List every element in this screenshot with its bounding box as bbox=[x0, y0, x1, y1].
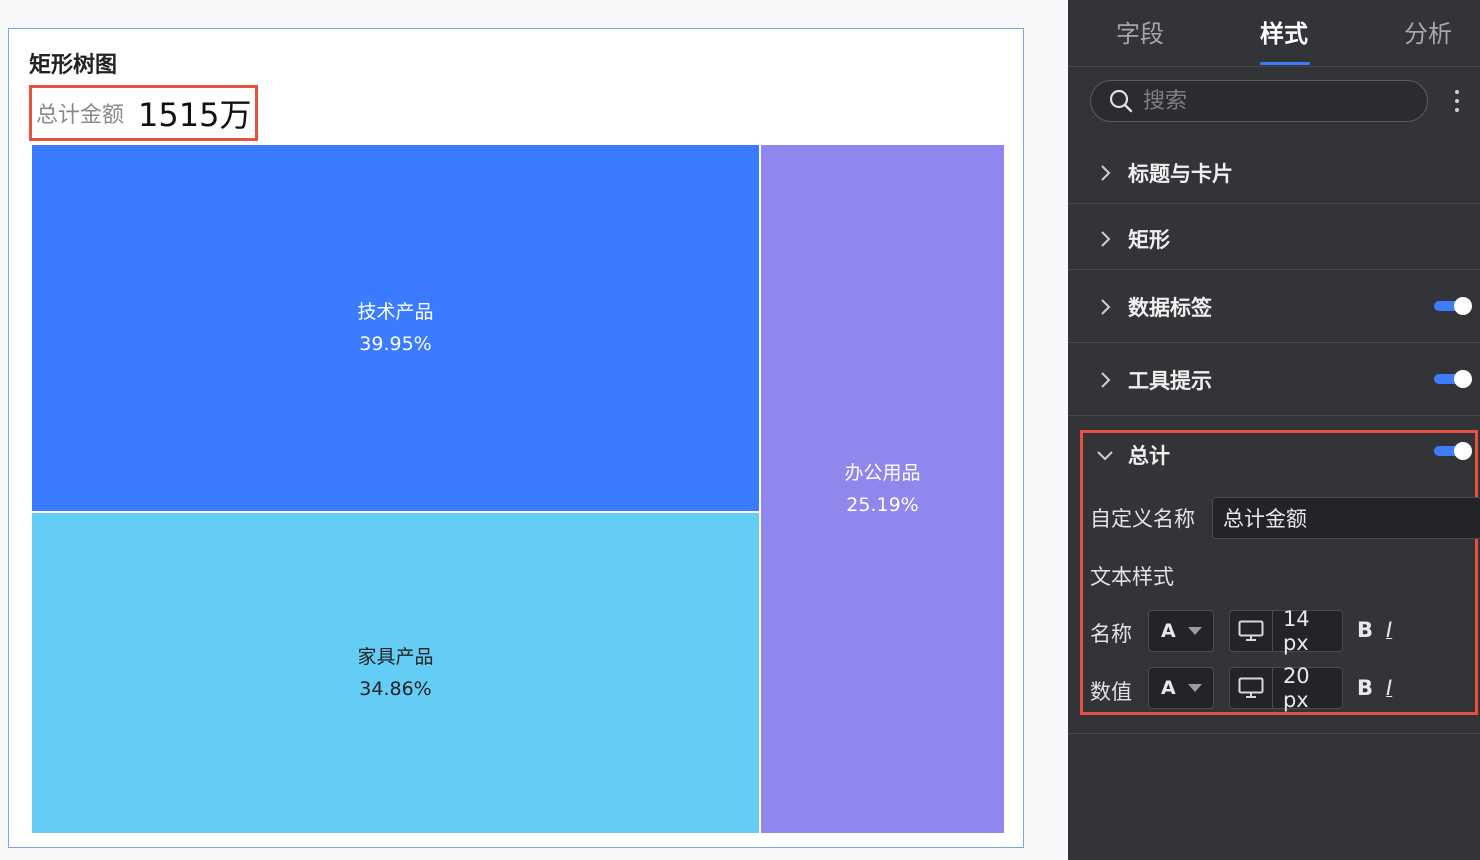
treemap-cell-percent: 34.86% bbox=[359, 678, 432, 700]
total-summary: 总计金额 1515万 bbox=[29, 85, 259, 141]
treemap-cell-label: 家具产品 bbox=[357, 646, 434, 668]
name-bold-button[interactable]: B bbox=[1357, 618, 1373, 642]
monitor-icon-wrap bbox=[1230, 668, 1273, 708]
search-box[interactable] bbox=[1090, 80, 1428, 122]
value-bold-button[interactable]: B bbox=[1357, 676, 1373, 700]
tab-analysis[interactable]: 分析 bbox=[1404, 14, 1452, 49]
section-label: 工具提示 bbox=[1128, 369, 1212, 393]
total-toggle[interactable] bbox=[1434, 442, 1472, 460]
more-options-icon[interactable] bbox=[1448, 86, 1466, 116]
toggle-knob bbox=[1454, 297, 1472, 315]
font-color-letter: A bbox=[1161, 620, 1176, 642]
section-tooltip[interactable]: 工具提示 bbox=[1068, 342, 1480, 416]
name-row-label: 名称 bbox=[1090, 622, 1132, 646]
section-data-labels[interactable]: 数据标签 bbox=[1068, 269, 1480, 343]
toggle-knob bbox=[1454, 370, 1472, 388]
total-value: 1515万 bbox=[138, 96, 252, 134]
search-input[interactable] bbox=[1141, 87, 1405, 115]
chevron-down-icon bbox=[1097, 451, 1113, 461]
report-canvas: 矩形树图 总计金额 1515万 技术产品 39.95% 家具产品 34.86% 办公用品… bbox=[0, 0, 1068, 860]
chevron-right-icon bbox=[1101, 165, 1111, 181]
font-size-value: 14 px bbox=[1282, 607, 1310, 655]
treemap-cell-percent: 25.19% bbox=[846, 494, 919, 516]
section-total-header[interactable]: 总计 bbox=[1096, 440, 1170, 470]
chevron-right-icon bbox=[1101, 231, 1111, 247]
toggle-knob bbox=[1454, 442, 1472, 460]
section-label: 总计 bbox=[1128, 444, 1170, 468]
treemap-cell[interactable]: 办公用品 25.19% bbox=[760, 144, 1005, 834]
name-italic-button[interactable]: I bbox=[1386, 618, 1392, 642]
data-labels-toggle[interactable] bbox=[1434, 297, 1472, 315]
treemap-cell-label: 办公用品 bbox=[844, 462, 921, 484]
style-panel: 字段 样式 分析 标题与卡片 矩形 数据标签 工具提示 bbox=[1068, 0, 1480, 860]
section-label: 数据标签 bbox=[1128, 296, 1212, 320]
caret-down-icon bbox=[1187, 627, 1202, 635]
tab-style[interactable]: 样式 bbox=[1260, 14, 1308, 49]
treemap-card[interactable]: 矩形树图 总计金额 1515万 技术产品 39.95% 家具产品 34.86% 办公用品… bbox=[8, 28, 1024, 848]
section-label: 标题与卡片 bbox=[1128, 162, 1233, 186]
treemap-cell-label: 技术产品 bbox=[357, 301, 434, 323]
custom-name-input[interactable] bbox=[1212, 497, 1480, 539]
treemap-cell[interactable]: 家具产品 34.86% bbox=[31, 512, 760, 834]
tab-fields[interactable]: 字段 bbox=[1116, 14, 1164, 49]
treemap-plot: 技术产品 39.95% 家具产品 34.86% 办公用品 25.19% bbox=[31, 144, 1005, 834]
total-name: 总计金额 bbox=[36, 103, 125, 128]
panel-tabs: 字段 样式 分析 bbox=[1068, 0, 1480, 67]
font-size-value: 20 px bbox=[1282, 664, 1310, 712]
search-icon bbox=[1109, 89, 1133, 113]
name-font-color-select[interactable]: A bbox=[1148, 610, 1214, 652]
value-row-label: 数值 bbox=[1090, 680, 1132, 704]
value-font-color-select[interactable]: A bbox=[1148, 667, 1214, 709]
text-style-label: 文本样式 bbox=[1090, 565, 1174, 589]
section-rectangle[interactable]: 矩形 bbox=[1068, 203, 1480, 270]
font-color-letter: A bbox=[1161, 677, 1176, 699]
active-tab-indicator bbox=[1260, 62, 1310, 65]
custom-name-label: 自定义名称 bbox=[1090, 507, 1195, 531]
chevron-right-icon bbox=[1101, 299, 1111, 315]
caret-down-icon bbox=[1187, 684, 1202, 692]
treemap-cell-percent: 39.95% bbox=[359, 333, 432, 355]
value-font-size-input[interactable]: 20 px bbox=[1229, 664, 1343, 712]
section-title-card[interactable]: 标题与卡片 bbox=[1068, 138, 1480, 204]
chevron-right-icon bbox=[1101, 372, 1111, 388]
section-label: 矩形 bbox=[1128, 228, 1170, 252]
chart-title: 矩形树图 bbox=[29, 53, 118, 78]
monitor-icon bbox=[1238, 677, 1264, 698]
monitor-icon-wrap bbox=[1230, 611, 1273, 651]
value-italic-button[interactable]: I bbox=[1386, 676, 1392, 700]
monitor-icon bbox=[1238, 620, 1264, 641]
treemap-cell[interactable]: 技术产品 39.95% bbox=[31, 144, 760, 512]
name-font-size-input[interactable]: 14 px bbox=[1229, 607, 1343, 655]
tooltip-toggle[interactable] bbox=[1434, 370, 1472, 388]
